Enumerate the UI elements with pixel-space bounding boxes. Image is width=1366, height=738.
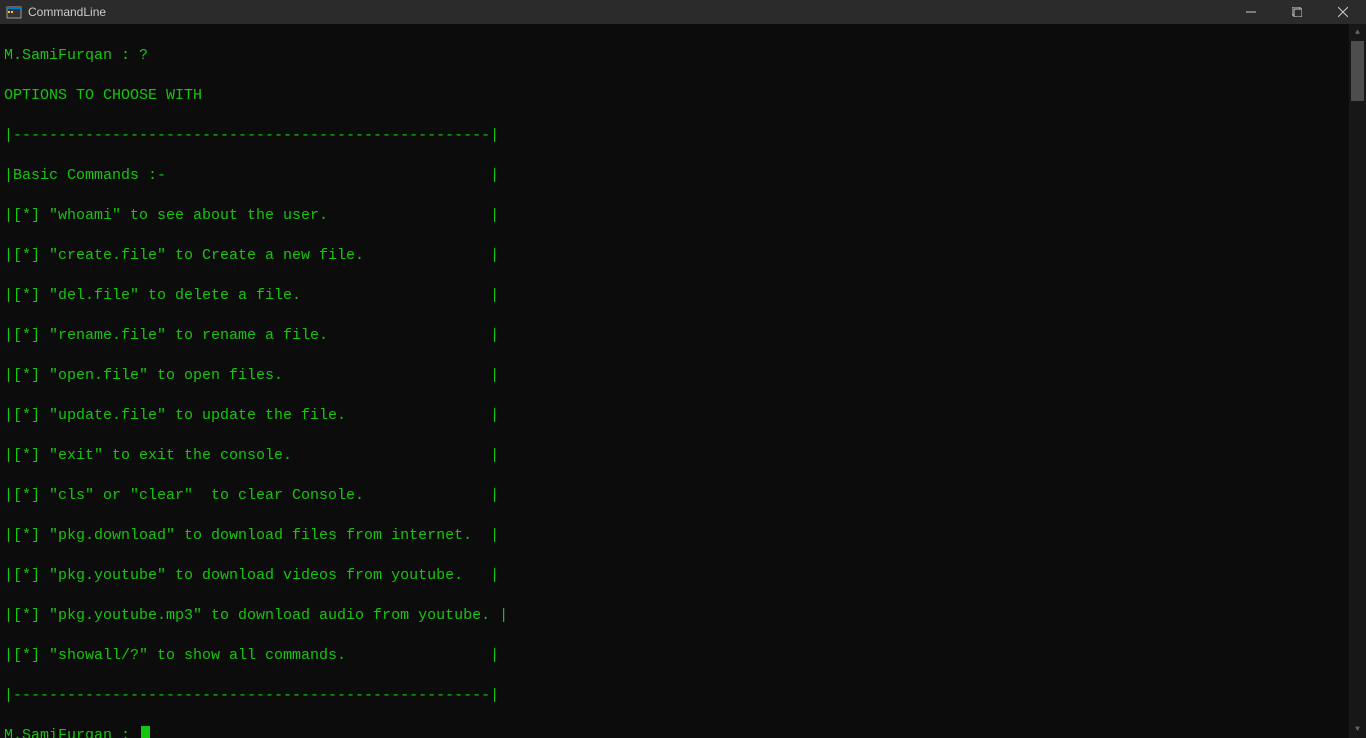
scroll-thumb[interactable] xyxy=(1351,41,1364,101)
command-help-line: |[*] "open.file" to open files. | xyxy=(4,366,1345,386)
options-header: OPTIONS TO CHOOSE WITH xyxy=(4,86,1345,106)
scroll-up-arrow[interactable]: ▲ xyxy=(1349,24,1366,41)
border-top: |---------------------------------------… xyxy=(4,126,1345,146)
border-bottom: |---------------------------------------… xyxy=(4,686,1345,706)
window-title: CommandLine xyxy=(28,5,1228,19)
prompt-line-current: M.SamiFurqan : xyxy=(4,726,1345,738)
command-help-line: |[*] "del.file" to delete a file. | xyxy=(4,286,1345,306)
minimize-button[interactable] xyxy=(1228,0,1274,24)
window-titlebar: CommandLine xyxy=(0,0,1366,24)
terminal-output[interactable]: M.SamiFurqan : ? OPTIONS TO CHOOSE WITH … xyxy=(0,24,1349,738)
vertical-scrollbar[interactable]: ▲ ▼ xyxy=(1349,24,1366,738)
maximize-button[interactable] xyxy=(1274,0,1320,24)
command-help-line: |[*] "pkg.youtube.mp3" to download audio… xyxy=(4,606,1345,626)
command-help-line: |[*] "showall/?" to show all commands. | xyxy=(4,646,1345,666)
command-help-line: |[*] "update.file" to update the file. | xyxy=(4,406,1345,426)
command-help-line: |[*] "create.file" to Create a new file.… xyxy=(4,246,1345,266)
scroll-down-arrow[interactable]: ▼ xyxy=(1349,721,1366,738)
prompt-text: M.SamiFurqan : xyxy=(4,727,139,738)
command-help-line: |[*] "cls" or "clear" to clear Console. … xyxy=(4,486,1345,506)
command-help-line: |[*] "whoami" to see about the user. | xyxy=(4,206,1345,226)
app-icon xyxy=(6,4,22,20)
prompt-line-previous: M.SamiFurqan : ? xyxy=(4,46,1345,66)
cursor xyxy=(141,726,150,738)
close-button[interactable] xyxy=(1320,0,1366,24)
section-title: |Basic Commands :- | xyxy=(4,166,1345,186)
window-controls xyxy=(1228,0,1366,24)
command-help-line: |[*] "rename.file" to rename a file. | xyxy=(4,326,1345,346)
command-help-line: |[*] "pkg.youtube" to download videos fr… xyxy=(4,566,1345,586)
command-help-line: |[*] "exit" to exit the console. | xyxy=(4,446,1345,466)
command-help-line: |[*] "pkg.download" to download files fr… xyxy=(4,526,1345,546)
